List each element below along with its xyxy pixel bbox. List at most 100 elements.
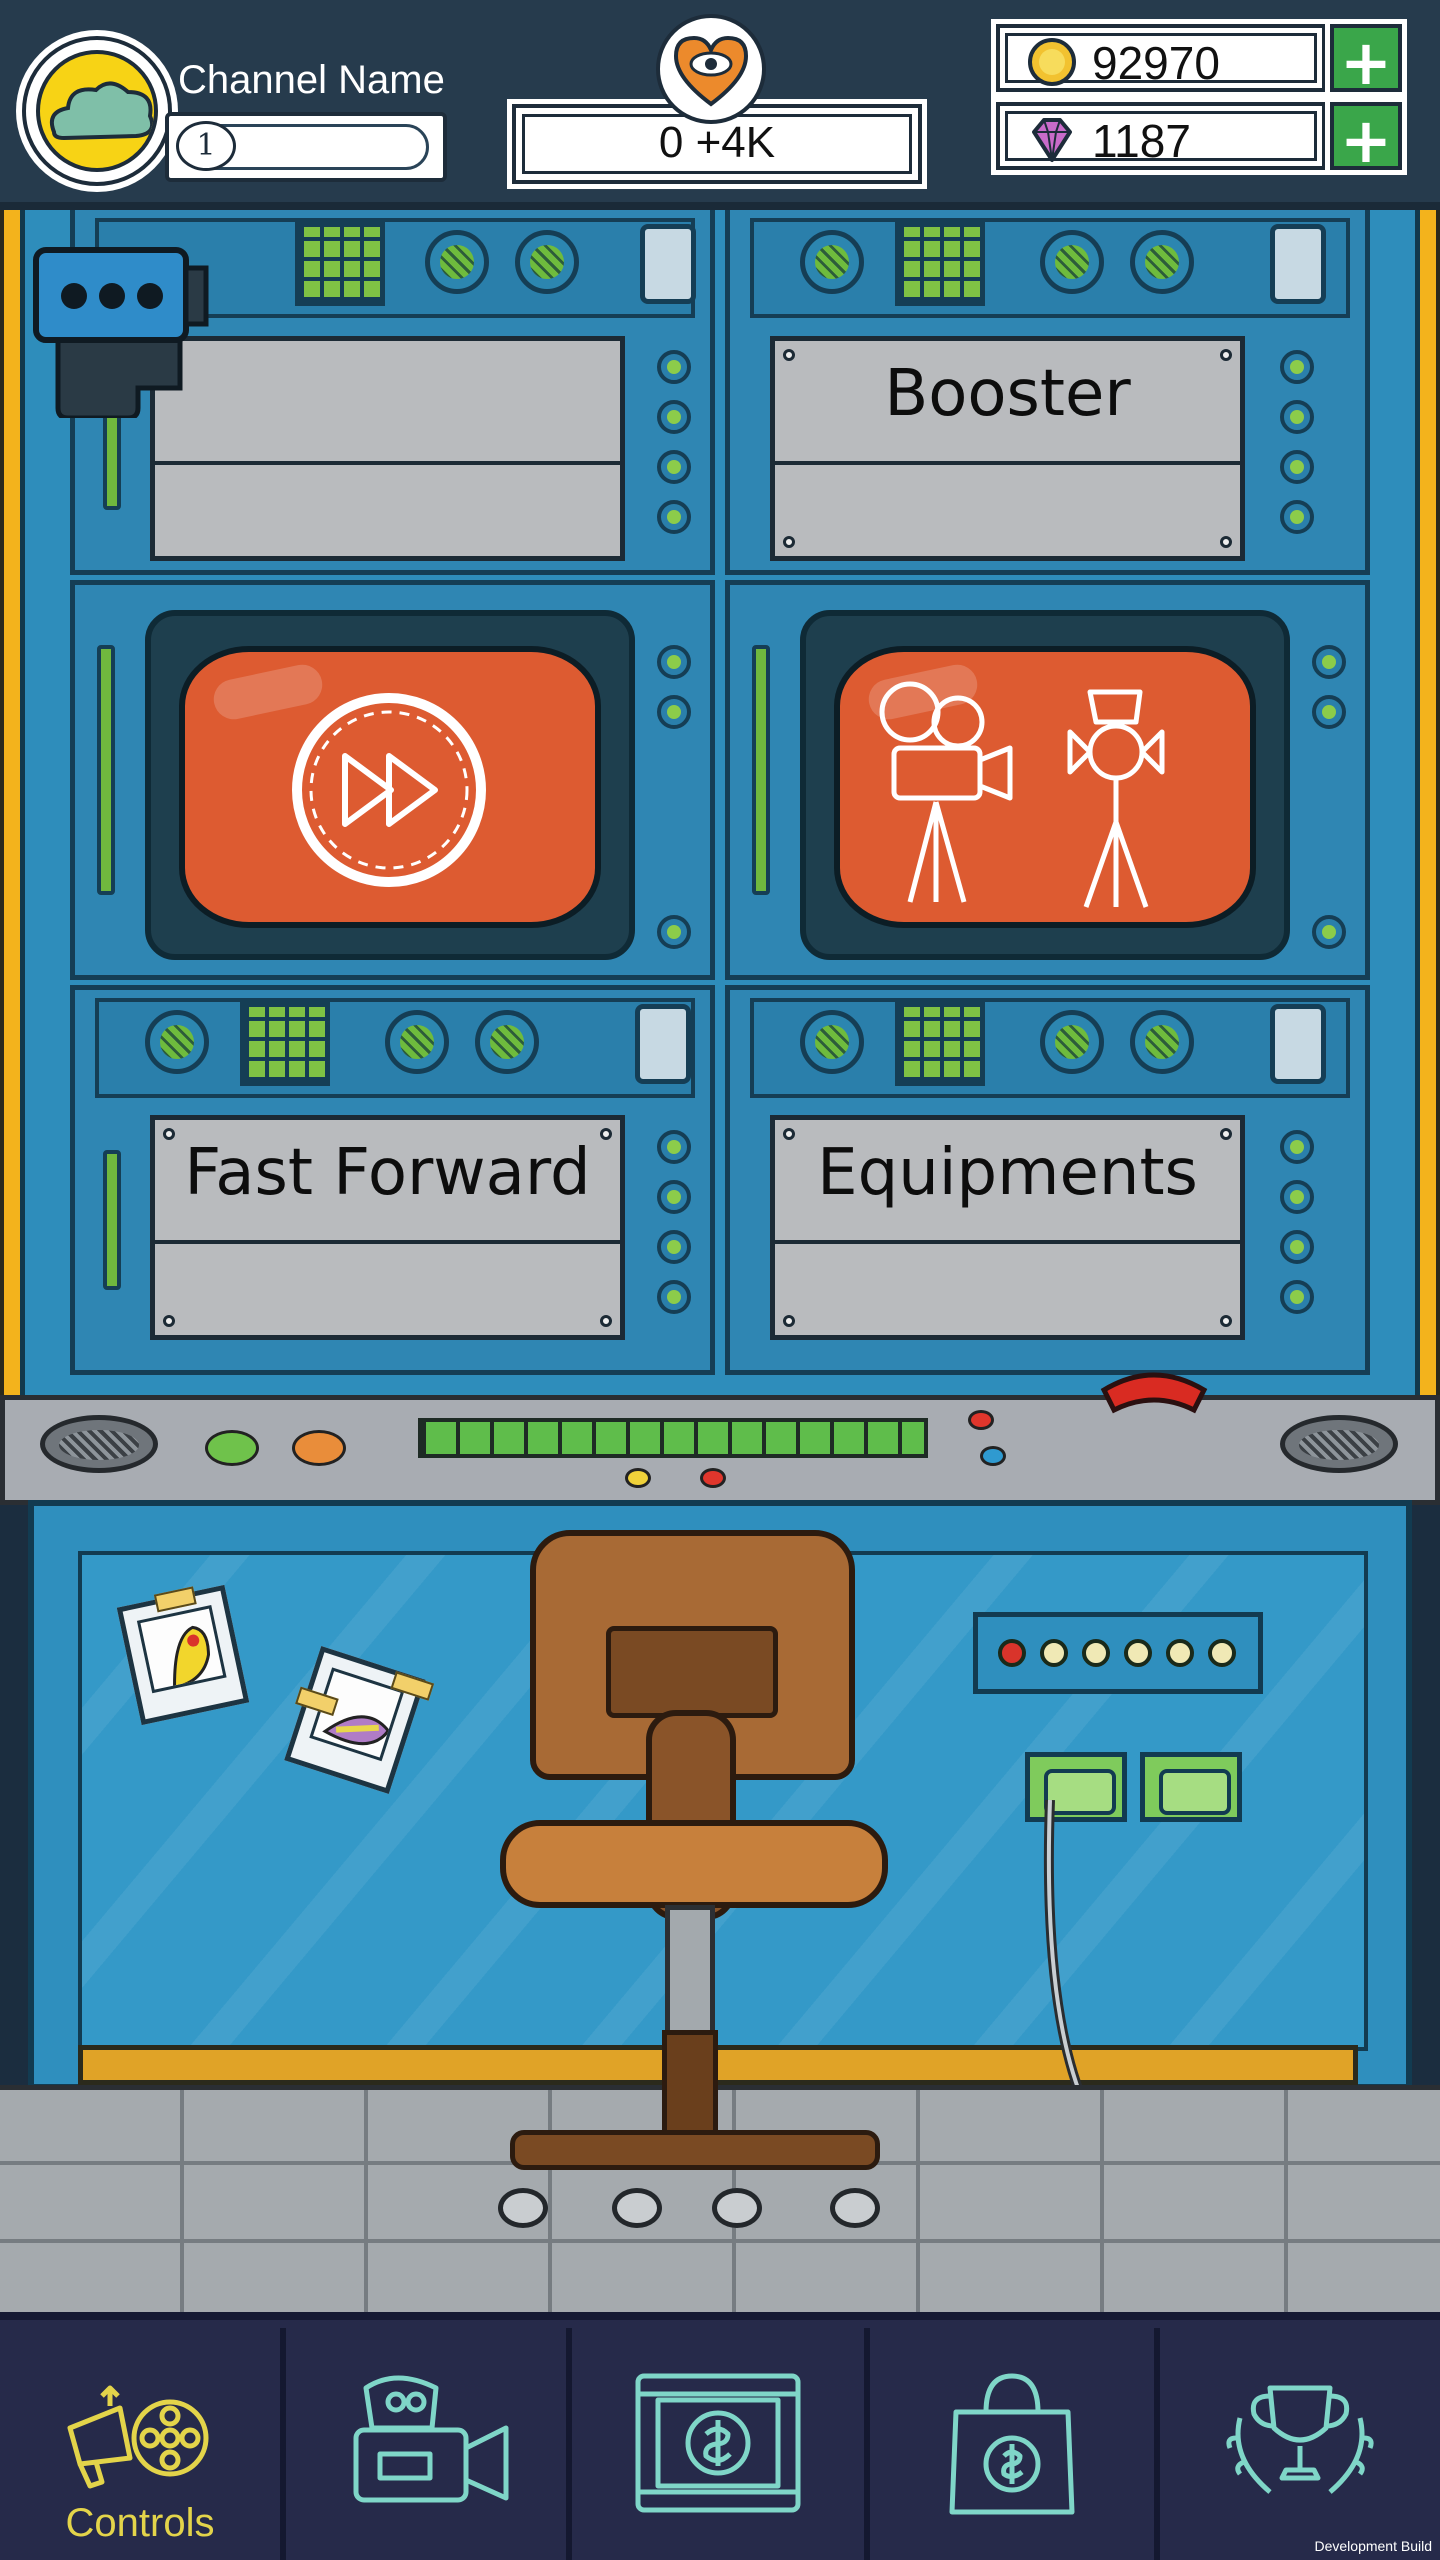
empty-plate [150,336,625,561]
control-machine: Booster Fast Forward Equipments [20,200,1420,1400]
knob [1280,1180,1314,1214]
channel-avatar[interactable] [22,36,172,186]
channel-name: Channel Name [178,58,445,102]
red-button [968,1410,994,1430]
knob [657,695,691,729]
equipments-monitor-module [725,580,1370,980]
knob [657,350,691,384]
dial [145,1010,209,1074]
knob [657,1180,691,1214]
knob [657,915,691,949]
switch-block [635,1004,691,1084]
slider-slot [97,645,115,895]
knob [657,500,691,534]
camera-menu-button[interactable] [30,238,210,421]
top-hud: Channel Name 1 0 +4K 92970 + 1187 + [0,0,1440,210]
movie-camera-icon [353,2375,509,2503]
bottom-nav: Controls [0,2312,1440,2560]
megaphone-film-reel-icon [67,2385,209,2489]
knob [1312,695,1346,729]
equipments-button[interactable]: Equipments [770,1115,1245,1340]
tab-controls[interactable]: Controls [0,2328,286,2560]
plus-icon: + [1340,26,1392,99]
knob [657,1230,691,1264]
fast-forward-icon [292,693,486,887]
fast-forward-monitor[interactable] [145,610,635,960]
fast-forward-monitor-module [70,580,715,980]
green-button [205,1430,259,1466]
knob [657,645,691,679]
knob [1280,350,1314,384]
keyboard [418,1418,928,1458]
trophy-laurel-icon [1226,2385,1374,2494]
chair-wheel [612,2188,662,2228]
booster-button[interactable]: Booster [770,336,1245,561]
grid-pad [895,1002,985,1086]
grid-pad [895,222,985,306]
chair-stem-lower [662,2030,718,2140]
tab-shop[interactable] [870,2328,1160,2560]
plus-icon: + [1340,104,1392,177]
cloud-icon [49,81,154,141]
camera-dots-icon [33,247,209,421]
slider-slot [103,1150,121,1290]
knob [1280,1130,1314,1164]
equipments-module: Equipments [725,985,1370,1375]
switch-block [1270,1004,1326,1084]
orange-button [292,1430,346,1466]
dial [385,1010,449,1074]
camera-and-light-icon [879,681,1165,908]
dial [800,1010,864,1074]
development-build-label: Development Build [1314,2538,1432,2554]
tab-studio[interactable] [572,2328,870,2560]
speaker-right [1280,1415,1398,1473]
dial [1130,230,1194,294]
fast-forward-module: Fast Forward [70,985,715,1375]
knob [1280,500,1314,534]
film-frame-dollar-icon [635,2373,801,2513]
knob [1280,1230,1314,1264]
knob [1312,915,1346,949]
chair-wheel [498,2188,548,2228]
add-gems-button[interactable]: + [1330,102,1402,177]
yellow-button [625,1468,651,1488]
equipments-screen [834,646,1256,928]
booster-module: Booster [725,205,1370,575]
views-value: 0 +4K [658,118,776,167]
dial [1130,1010,1194,1074]
switch-block [640,224,696,304]
switch-block [1270,224,1326,304]
chair-wheel [830,2188,880,2228]
game-screen: Booster Fast Forward Equipments Channel … [0,0,1440,2560]
fast-forward-button[interactable]: Fast Forward [150,1115,625,1340]
speaker-left [40,1415,158,1473]
dial [1040,230,1104,294]
gems-value: 1187 [1092,115,1191,167]
slider-slot [752,645,770,895]
equipments-label: Equipments [817,1136,1198,1210]
gem-icon [1032,118,1072,162]
red-phone-icon [1100,1372,1208,1414]
shopping-bag-dollar-icon [949,2373,1075,2515]
grid-pad [240,1002,330,1086]
add-coins-button[interactable]: + [1330,24,1402,99]
knob [1280,400,1314,434]
knob [1280,1280,1314,1314]
dial [475,1010,539,1074]
views-icon [656,14,766,124]
dial [1040,1010,1104,1074]
knob [657,450,691,484]
coins-counter: 92970 [996,24,1326,92]
level-badge: 1 [176,121,236,171]
fast-forward-screen [179,646,601,928]
chair-wheel [712,2188,762,2228]
knob [1280,450,1314,484]
tab-camera[interactable] [286,2328,572,2560]
tab-achievements[interactable] [1160,2328,1440,2560]
gems-counter: 1187 [996,102,1326,170]
knob [657,1280,691,1314]
equipments-monitor[interactable] [800,610,1290,960]
dial [800,230,864,294]
tab-controls-label: Controls [65,2501,215,2545]
dial [425,230,489,294]
